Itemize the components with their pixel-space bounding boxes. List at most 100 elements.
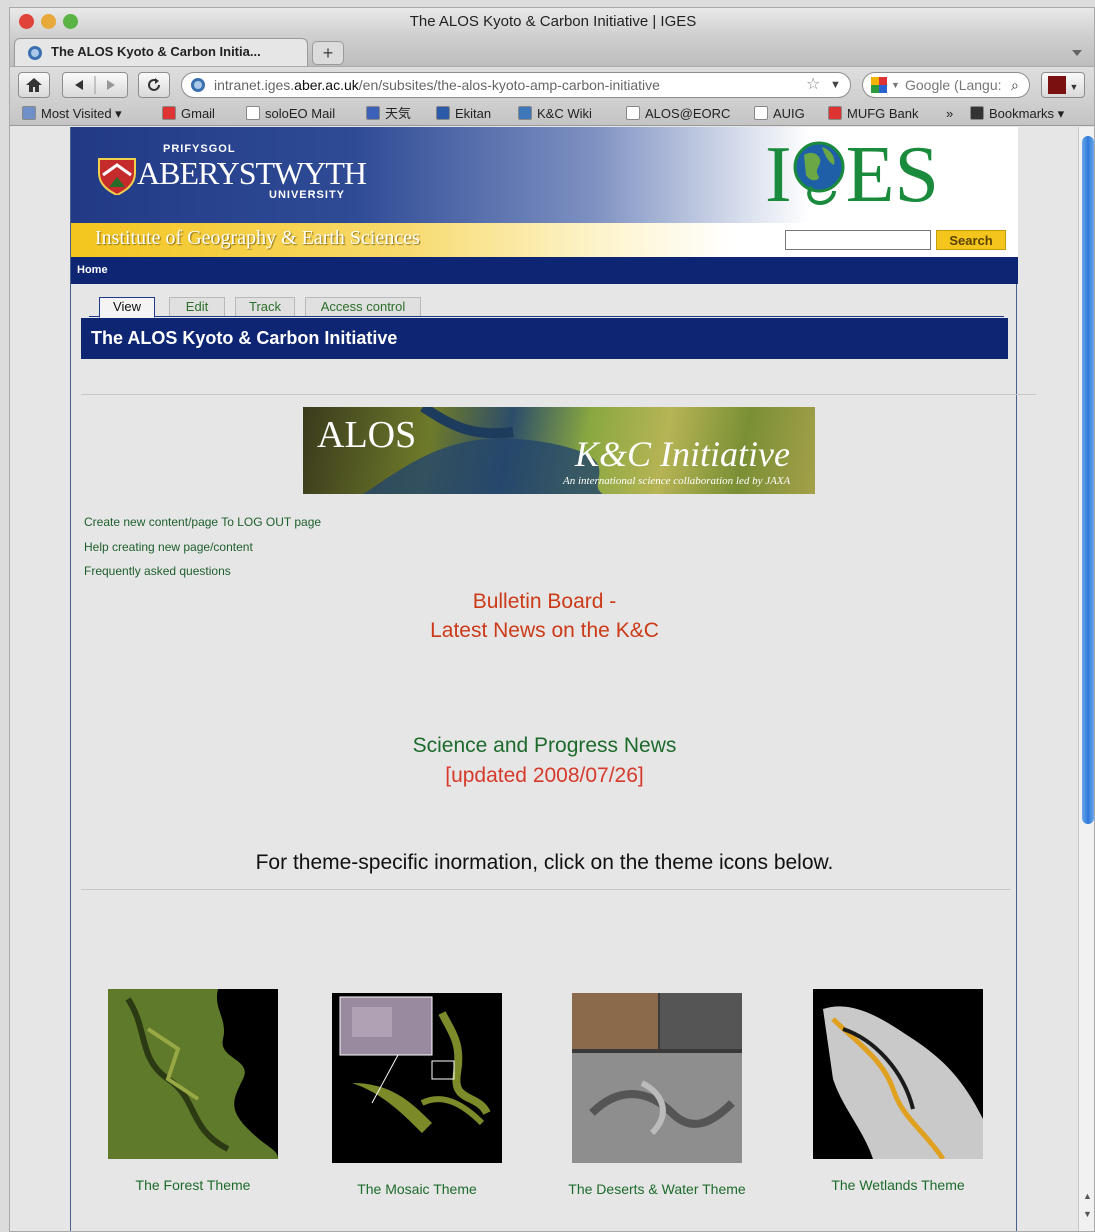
bulletin-board[interactable]: Bulletin Board - Latest News on the K&C — [71, 587, 1018, 645]
scroll-down-icon[interactable]: ▼ — [1083, 1209, 1092, 1219]
bookmark-label: AUIG — [773, 106, 805, 121]
alos-title: ALOS — [317, 414, 417, 456]
deserts-water-theme-link[interactable]: The Deserts & Water Theme — [547, 1181, 767, 1197]
bookmark-soloeo-mail[interactable]: soloEO Mail — [246, 105, 335, 123]
zoom-window-icon[interactable] — [63, 14, 78, 29]
wetlands-theme-image[interactable] — [813, 989, 983, 1159]
browser-tab[interactable]: The ALOS Kyoto & Carbon Initia... — [14, 38, 308, 68]
site-search-button[interactable]: Search — [936, 230, 1006, 250]
iges-logo[interactable]: I ES — [765, 133, 939, 217]
bulletin-line-1: Bulletin Board - — [472, 590, 617, 613]
tab-list-chevron-icon[interactable] — [1072, 50, 1082, 56]
divider — [81, 889, 1011, 890]
gmail-icon — [162, 106, 176, 120]
bookmark-mufg-bank[interactable]: MUFG Bank — [828, 105, 919, 123]
mufg-bank-icon — [828, 106, 842, 120]
tab-track[interactable]: Track — [235, 297, 295, 316]
addon-button[interactable]: ▼ — [1041, 72, 1085, 98]
bookmark-label: MUFG Bank — [847, 106, 919, 121]
divider — [81, 394, 1036, 395]
search-engine-box[interactable]: ▼ Google (Langu: ⌕ — [862, 72, 1030, 98]
home-button[interactable] — [18, 72, 50, 98]
institute-bar: Institute of Geography & Earth Sciences … — [71, 223, 1018, 257]
bookmark-label: Ekitan — [455, 106, 492, 121]
bookmark-label: soloEO Mail — [265, 106, 336, 121]
tab-access-control[interactable]: Access control — [305, 297, 421, 316]
university-crest-icon[interactable] — [97, 155, 137, 195]
page-title: The ALOS Kyoto & Carbon Initiative — [81, 318, 1008, 359]
address-bar[interactable]: intranet.iges.aber.ac.uk/en/subsites/the… — [181, 72, 851, 98]
iges-logo-es: ES — [845, 131, 939, 219]
university-name[interactable]: ABERYSTWYTH — [137, 155, 367, 192]
close-window-icon[interactable] — [19, 14, 34, 29]
faq-link[interactable]: Frequently asked questions — [84, 564, 231, 578]
title-bar: The ALOS Kyoto & Carbon Initiative | IGE… — [10, 8, 1094, 36]
create-content-link[interactable]: Create new content/page To LOG OUT page — [84, 515, 321, 529]
tenki-icon — [366, 106, 380, 120]
ekitan-icon — [436, 106, 450, 120]
globe-icon — [28, 46, 42, 60]
back-forward-buttons[interactable] — [62, 72, 128, 98]
mosaic-theme-image[interactable] — [332, 993, 502, 1163]
alos-eorc-icon — [626, 106, 640, 120]
scrollbar-thumb[interactable] — [1082, 136, 1094, 824]
minimize-window-icon[interactable] — [41, 14, 56, 29]
bookmark-alos-eorc[interactable]: ALOS@EORC — [626, 105, 730, 123]
soloeo-mail-icon — [246, 106, 260, 120]
addon-chevron-icon: ▼ — [1069, 82, 1079, 92]
bookmark-gmail[interactable]: Gmail — [162, 105, 215, 123]
bookmarks-toolbar: Most Visited ▾ Gmail soloEO Mail 天気 Ekitan K&… — [10, 102, 1094, 126]
mosaic-map-graphic — [339, 996, 491, 1133]
forest-theme-image[interactable] — [108, 989, 278, 1159]
bookmark-kc-wiki[interactable]: K&C Wiki — [518, 105, 592, 123]
site-banner: PRIFYSGOL ABERYSTWYTH UNIVERSITY I ES — [71, 127, 1018, 223]
university-suffix: UNIVERSITY — [269, 189, 346, 201]
science-news[interactable]: Science and Progress News [updated 2008/… — [71, 731, 1018, 791]
institute-name: Institute of Geography & Earth Sciences — [95, 227, 420, 249]
tab-view[interactable]: View — [99, 297, 155, 318]
url-host-domain: aber.ac.uk — [294, 77, 359, 93]
bookmark-tenki[interactable]: 天気 — [366, 105, 411, 123]
mosaic-theme-link[interactable]: The Mosaic Theme — [307, 1181, 527, 1197]
earth-globe-icon — [793, 141, 845, 206]
breadcrumb: Home — [71, 257, 1018, 284]
window-title: The ALOS Kyoto & Carbon Initiative | IGE… — [409, 13, 697, 30]
forest-theme-link[interactable]: The Forest Theme — [83, 1177, 303, 1193]
vertical-scrollbar[interactable]: ▲ ▼ — [1078, 127, 1094, 1231]
bookmark-ekitan[interactable]: Ekitan — [436, 105, 491, 123]
bookmark-label: ALOS@EORC — [645, 106, 731, 121]
bookmark-label: Most Visited ▾ — [41, 106, 122, 121]
bookmark-most-visited[interactable]: Most Visited ▾ — [22, 105, 122, 123]
help-creating-link[interactable]: Help creating new page/content — [84, 540, 253, 554]
bookmark-overflow-chevron[interactable]: » — [946, 105, 953, 123]
wetlands-map-graphic — [823, 1006, 983, 1159]
tab-edit[interactable]: Edit — [169, 297, 225, 316]
science-news-title: Science and Progress News — [412, 734, 677, 757]
site-identity-globe-icon[interactable] — [190, 77, 206, 93]
google-icon[interactable] — [871, 77, 887, 93]
reload-button[interactable] — [138, 72, 170, 98]
bulletin-line-2: Latest News on the K&C — [430, 619, 659, 642]
magnifier-icon[interactable]: ⌕ — [1011, 73, 1019, 97]
most-visited-icon — [22, 106, 36, 120]
university-prefix: PRIFYSGOL — [163, 143, 236, 155]
bookmark-star-icon[interactable]: ☆ — [806, 73, 820, 97]
scroll-up-icon[interactable]: ▲ — [1083, 1191, 1092, 1201]
url-host-prefix: intranet.iges. — [214, 77, 295, 93]
reload-icon — [148, 78, 160, 91]
bookmark-label: 天気 — [385, 106, 412, 121]
addon-icon — [1047, 76, 1066, 94]
new-tab-button[interactable]: + — [312, 41, 344, 65]
wetlands-theme-link[interactable]: The Wetlands Theme — [788, 1177, 1008, 1193]
bookmark-label: » — [946, 106, 954, 121]
alos-kc-banner: ALOS K&C Initiative An international sci… — [303, 407, 815, 494]
search-engine-chevron-icon[interactable]: ▼ — [891, 73, 900, 97]
site-search-input[interactable] — [785, 230, 931, 250]
url-history-chevron-icon[interactable]: ▼ — [830, 73, 841, 97]
bookmark-auig[interactable]: AUIG — [754, 105, 805, 123]
deserts-water-theme-image[interactable] — [572, 993, 742, 1163]
browser-window: The ALOS Kyoto & Carbon Initiative | IGE… — [9, 7, 1095, 1232]
bookmark-bookmarks-menu[interactable]: Bookmarks ▾ — [970, 105, 1064, 123]
page-tabs: View Edit Track Access control — [89, 297, 1004, 318]
breadcrumb-home-link[interactable]: Home — [77, 264, 108, 276]
